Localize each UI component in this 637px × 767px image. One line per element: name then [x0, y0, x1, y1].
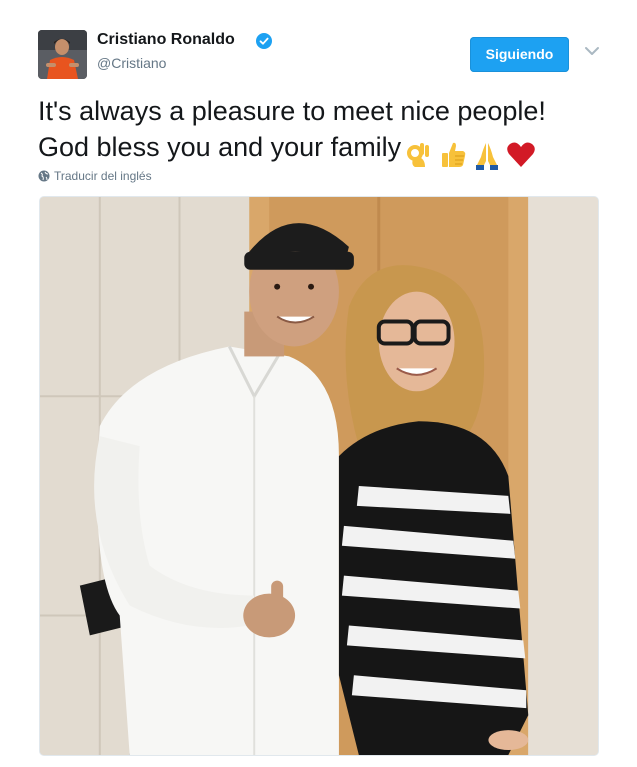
tweet-text: It's always a pleasure to meet nice peop… — [38, 93, 608, 171]
translate-label: Traducir del inglés — [54, 169, 152, 183]
tweet-card: Cristiano Ronaldo @Cristiano Siguiendo I… — [0, 0, 637, 767]
chevron-down-icon[interactable] — [584, 45, 600, 57]
red-heart-icon — [507, 142, 535, 167]
tweet-text-line: God bless you and your family — [38, 129, 608, 171]
tweet-photo[interactable] — [39, 196, 599, 756]
tweet-text-line: It's always a pleasure to meet nice peop… — [38, 96, 546, 126]
following-button[interactable]: Siguiendo — [470, 37, 569, 72]
folded-hands-icon — [476, 142, 499, 170]
verified-badge-icon — [256, 33, 272, 49]
thumbs-up-icon — [442, 142, 466, 167]
tweet-text-content: God bless you and your family — [38, 132, 402, 162]
emoji-group — [403, 135, 539, 171]
avatar[interactable] — [38, 30, 87, 79]
globe-icon — [38, 170, 50, 182]
user-handle[interactable]: @Cristiano — [97, 55, 166, 71]
display-name[interactable]: Cristiano Ronaldo — [97, 31, 235, 49]
ok-hand-icon — [407, 142, 430, 167]
translate-link[interactable]: Traducir del inglés — [38, 169, 152, 183]
